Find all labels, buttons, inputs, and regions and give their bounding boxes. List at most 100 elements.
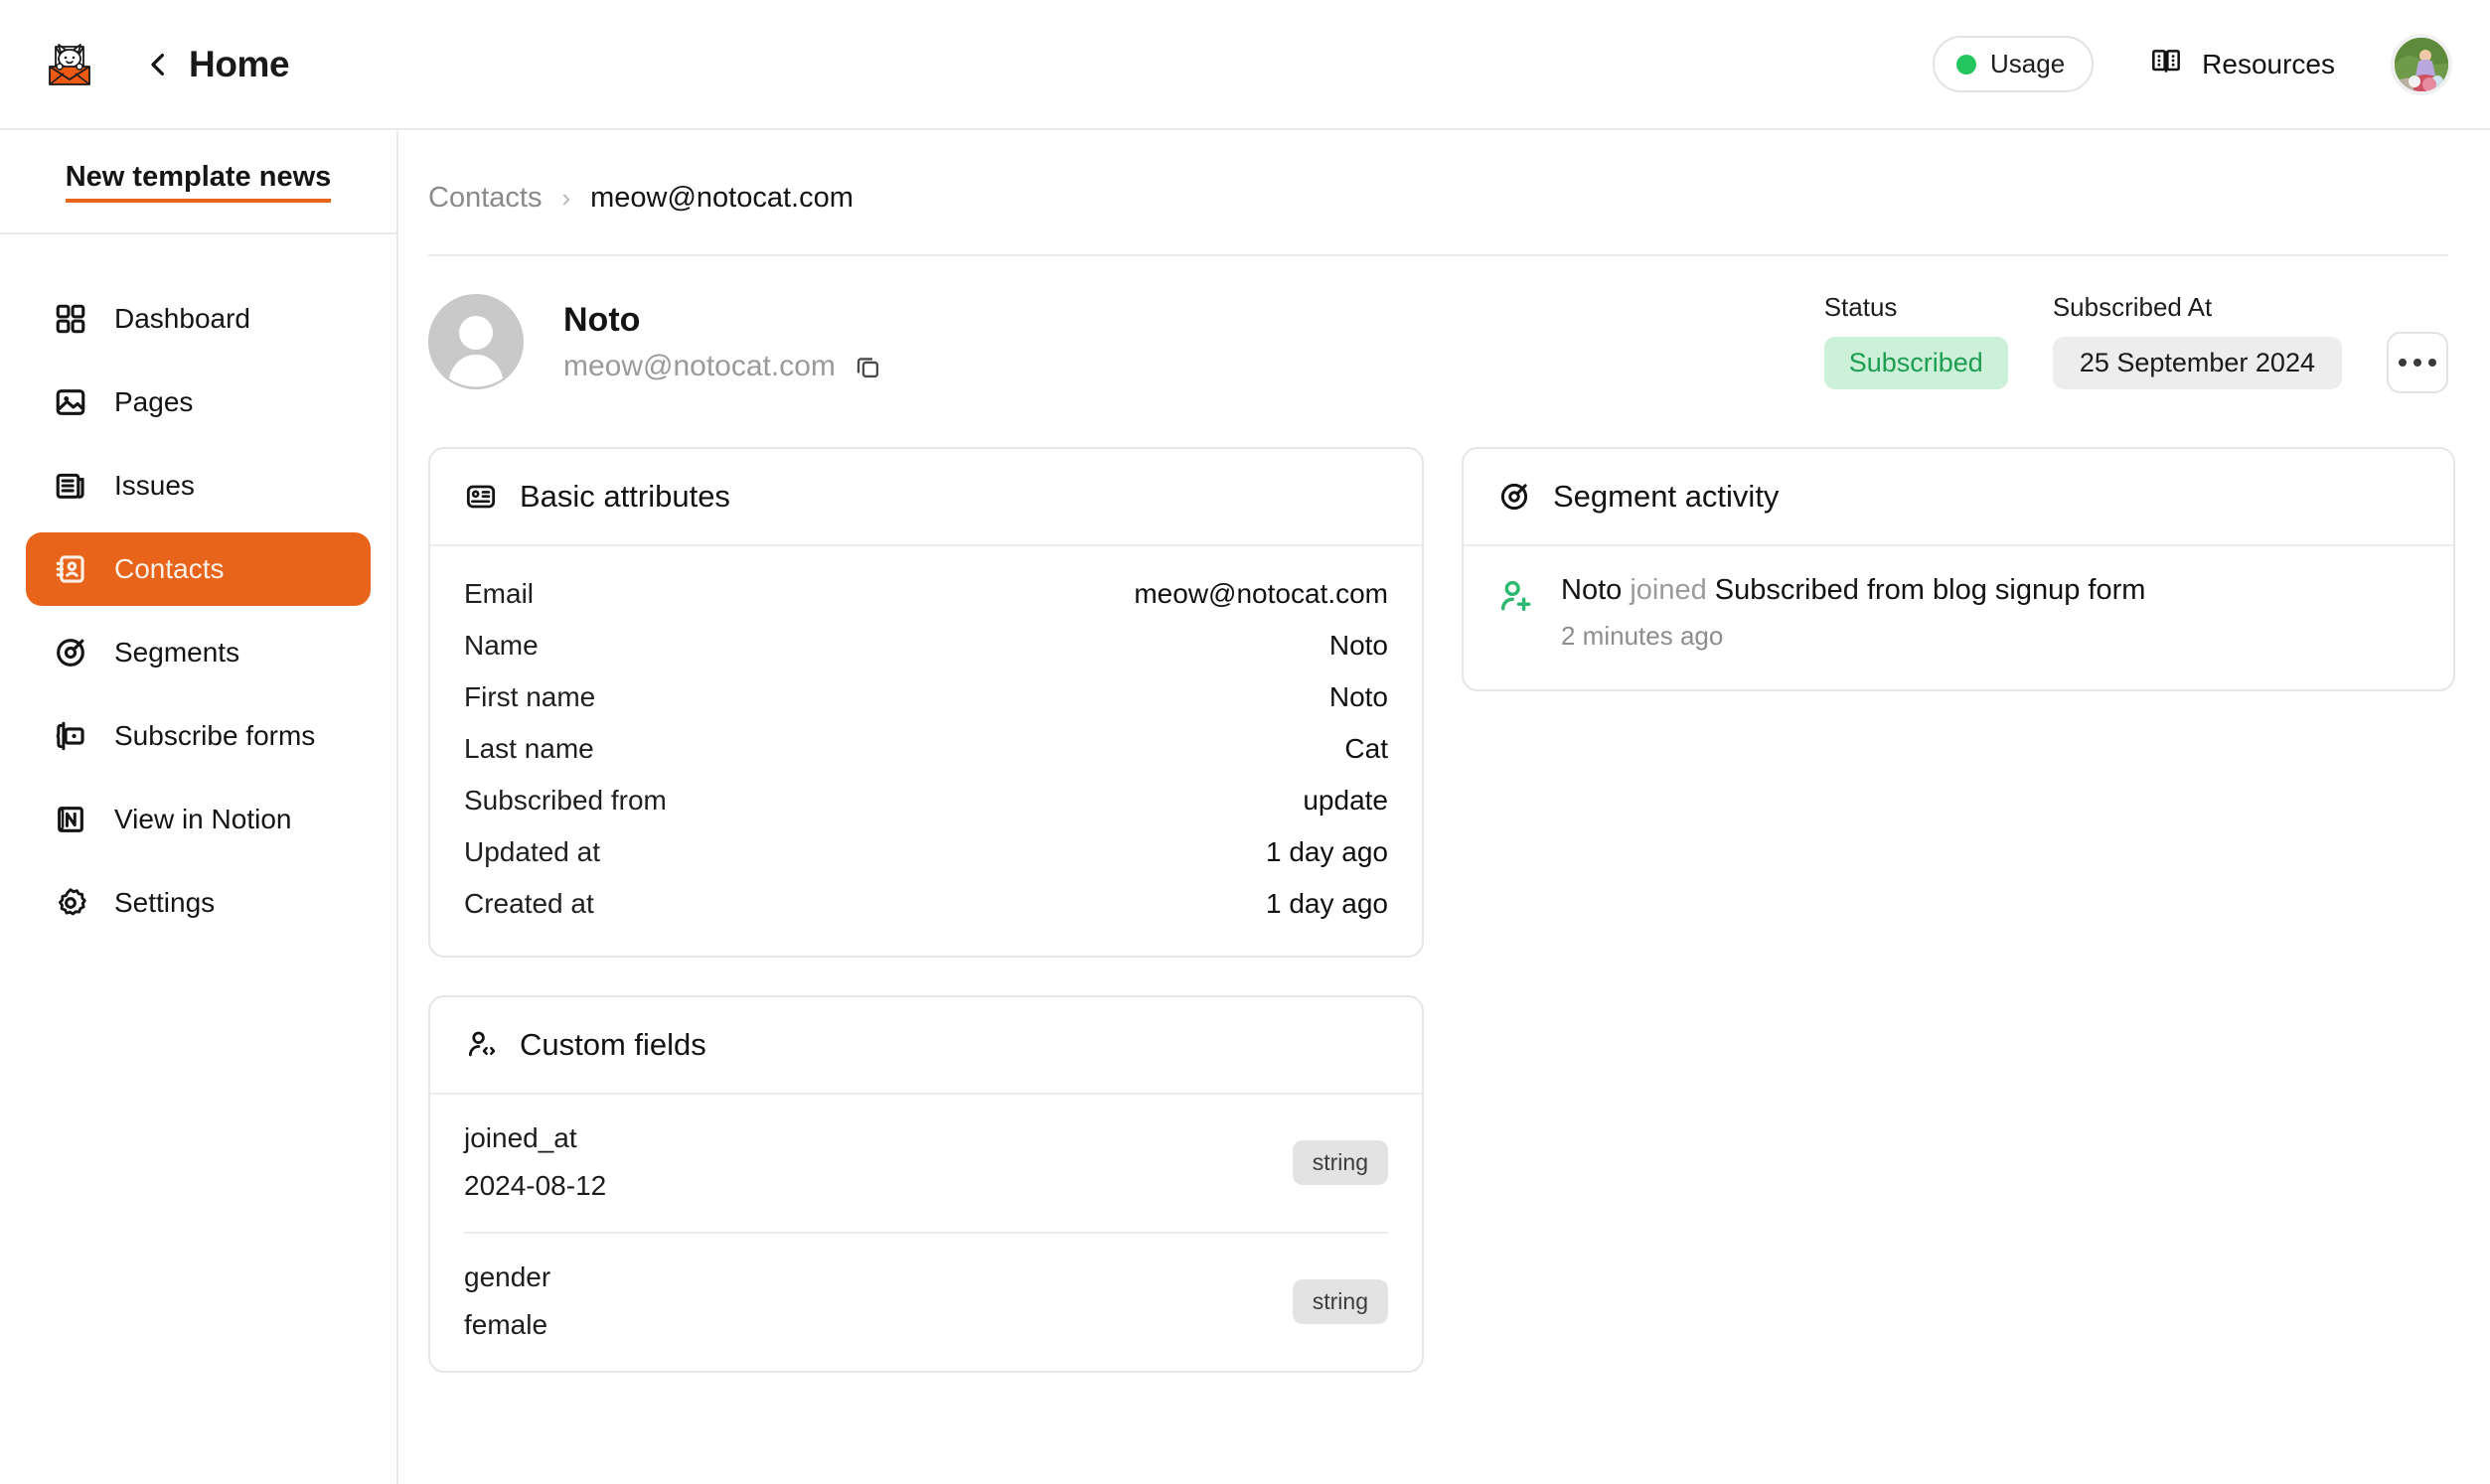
custom-field-text: joined_at 2024-08-12 — [464, 1122, 606, 1202]
person-code-icon — [464, 1028, 498, 1062]
newsletter-name[interactable]: New template news — [65, 161, 332, 203]
sidebar-item-contacts[interactable]: Contacts — [26, 532, 371, 606]
cards-grid: Basic attributes Email meow@notocat.com … — [398, 429, 2455, 1373]
app-root: Home Usage Resources New template news D… — [0, 0, 2490, 1484]
page-title: Home — [189, 43, 290, 84]
subscribed-at-value: 25 September 2024 — [2052, 337, 2342, 389]
target-icon — [53, 635, 88, 670]
custom-field-type-badge: string — [1292, 1278, 1388, 1324]
grid-icon — [53, 301, 88, 337]
table-row: Name Noto — [464, 620, 1388, 671]
segment-activity-card: Segment activity Noto joined Subscribed … — [1462, 447, 2455, 691]
sidebar-item-label: Dashboard — [114, 303, 250, 334]
breadcrumb-separator-icon: › — [561, 183, 571, 213]
sidebar-item-settings[interactable]: Settings — [26, 866, 371, 940]
usage-label: Usage — [1990, 49, 2066, 78]
breadcrumb: Contacts › meow@notocat.com — [398, 130, 2448, 215]
contact-meta: Status Subscribed Subscribed At 25 Septe… — [1823, 290, 2448, 393]
right-column: Segment activity Noto joined Subscribed … — [1462, 447, 2455, 691]
cat-envelope-logo[interactable] — [42, 37, 97, 92]
newspaper-icon — [53, 468, 88, 504]
sidebar-item-subscribe-forms[interactable]: Subscribe forms — [26, 699, 371, 773]
breadcrumb-contacts[interactable]: Contacts — [428, 182, 542, 215]
custom-fields-card: Custom fields joined_at 2024-08-12 strin… — [428, 995, 1424, 1373]
custom-fields-header: Custom fields — [430, 997, 1422, 1095]
sidebar-item-dashboard[interactable]: Dashboard — [26, 282, 371, 356]
form-icon — [53, 718, 88, 754]
left-column: Basic attributes Email meow@notocat.com … — [428, 447, 1424, 1373]
sidebar-item-segments[interactable]: Segments — [26, 616, 371, 689]
segment-activity-title: Segment activity — [1553, 479, 1780, 514]
sidebar-header: New template news — [0, 130, 396, 234]
attribute-value: 1 day ago — [1266, 888, 1388, 919]
ellipsis-icon[interactable] — [2387, 332, 2448, 393]
sidebar-item-label: Settings — [114, 887, 216, 918]
id-card-icon — [464, 480, 498, 514]
custom-field-value: female — [464, 1309, 548, 1340]
chevron-left-icon[interactable] — [141, 48, 175, 81]
basic-attributes-card: Basic attributes Email meow@notocat.com … — [428, 447, 1424, 958]
basic-attributes-body: Email meow@notocat.com Name Noto First n… — [430, 546, 1422, 956]
list-item: gender female string — [464, 1232, 1388, 1371]
activity-segment[interactable]: Subscribed from blog signup form — [1715, 574, 2146, 606]
book-icon — [2150, 46, 2182, 82]
table-row: Updated at 1 day ago — [464, 826, 1388, 878]
target-icon — [1497, 480, 1531, 514]
attribute-key: Last name — [464, 733, 594, 764]
custom-field-value: 2024-08-12 — [464, 1170, 607, 1201]
person-placeholder-avatar — [428, 294, 524, 389]
contact-email-row: meow@notocat.com — [563, 350, 882, 383]
list-item: joined_at 2024-08-12 string — [464, 1095, 1388, 1232]
table-row: Subscribed from update — [464, 775, 1388, 826]
basic-attributes-title: Basic attributes — [520, 479, 730, 514]
notion-icon — [53, 802, 88, 837]
attribute-value: 1 day ago — [1266, 836, 1388, 867]
attribute-value: Cat — [1344, 733, 1388, 764]
table-row: Email meow@notocat.com — [464, 568, 1388, 620]
person-plus-icon — [1497, 578, 1537, 618]
attribute-value: Noto — [1328, 681, 1388, 712]
contact-email: meow@notocat.com — [563, 349, 836, 382]
custom-fields-body: joined_at 2024-08-12 string gender femal… — [430, 1095, 1422, 1371]
sidebar-item-label: View in Notion — [114, 804, 292, 834]
sidebar-item-view-in-notion[interactable]: View in Notion — [26, 783, 371, 856]
usage-status-dot — [1956, 54, 1976, 74]
sidebar: New template news Dashboard Pages Issues… — [0, 130, 398, 1484]
resources-label: Resources — [2202, 48, 2335, 79]
status-column: Status Subscribed — [1823, 292, 2008, 389]
subscribed-at-column: Subscribed At 25 September 2024 — [2052, 292, 2342, 389]
image-icon — [53, 384, 88, 420]
contact-book-icon — [53, 551, 88, 587]
activity-entry: Noto joined Subscribed from blog signup … — [1464, 546, 2453, 689]
breadcrumb-current: meow@notocat.com — [590, 182, 854, 214]
sidebar-item-label: Contacts — [114, 553, 225, 584]
attribute-key: First name — [464, 681, 596, 712]
body: New template news Dashboard Pages Issues… — [0, 130, 2490, 1484]
gear-icon — [53, 885, 88, 921]
usage-button[interactable]: Usage — [1933, 36, 2095, 92]
resources-button[interactable]: Resources — [2150, 46, 2335, 82]
attribute-key: Subscribed from — [464, 785, 667, 816]
table-row: First name Noto — [464, 671, 1388, 723]
activity-actor: Noto — [1561, 574, 1623, 606]
sidebar-item-issues[interactable]: Issues — [26, 449, 371, 522]
attribute-key: Name — [464, 630, 539, 661]
segment-activity-header: Segment activity — [1464, 449, 2453, 546]
sidebar-item-pages[interactable]: Pages — [26, 366, 371, 439]
table-row: Last name Cat — [464, 723, 1388, 775]
activity-verb: joined — [1630, 574, 1707, 606]
contact-name: Noto — [563, 300, 641, 339]
sidebar-item-label: Segments — [114, 637, 240, 668]
sidebar-item-label: Subscribe forms — [114, 720, 316, 751]
subscribed-at-label: Subscribed At — [2052, 292, 2213, 322]
activity-texts: Noto joined Subscribed from blog signup … — [1561, 574, 2145, 652]
attribute-value: update — [1303, 785, 1388, 816]
status-badge: Subscribed — [1823, 337, 2008, 389]
attribute-value: Noto — [1328, 630, 1388, 661]
activity-line: Noto joined Subscribed from blog signup … — [1561, 574, 2145, 607]
copy-icon[interactable] — [853, 352, 882, 381]
attribute-value: meow@notocat.com — [1134, 578, 1388, 609]
table-row: Created at 1 day ago — [464, 878, 1388, 930]
avatar[interactable] — [2391, 33, 2452, 95]
contact-identity: Noto meow@notocat.com — [563, 301, 882, 383]
